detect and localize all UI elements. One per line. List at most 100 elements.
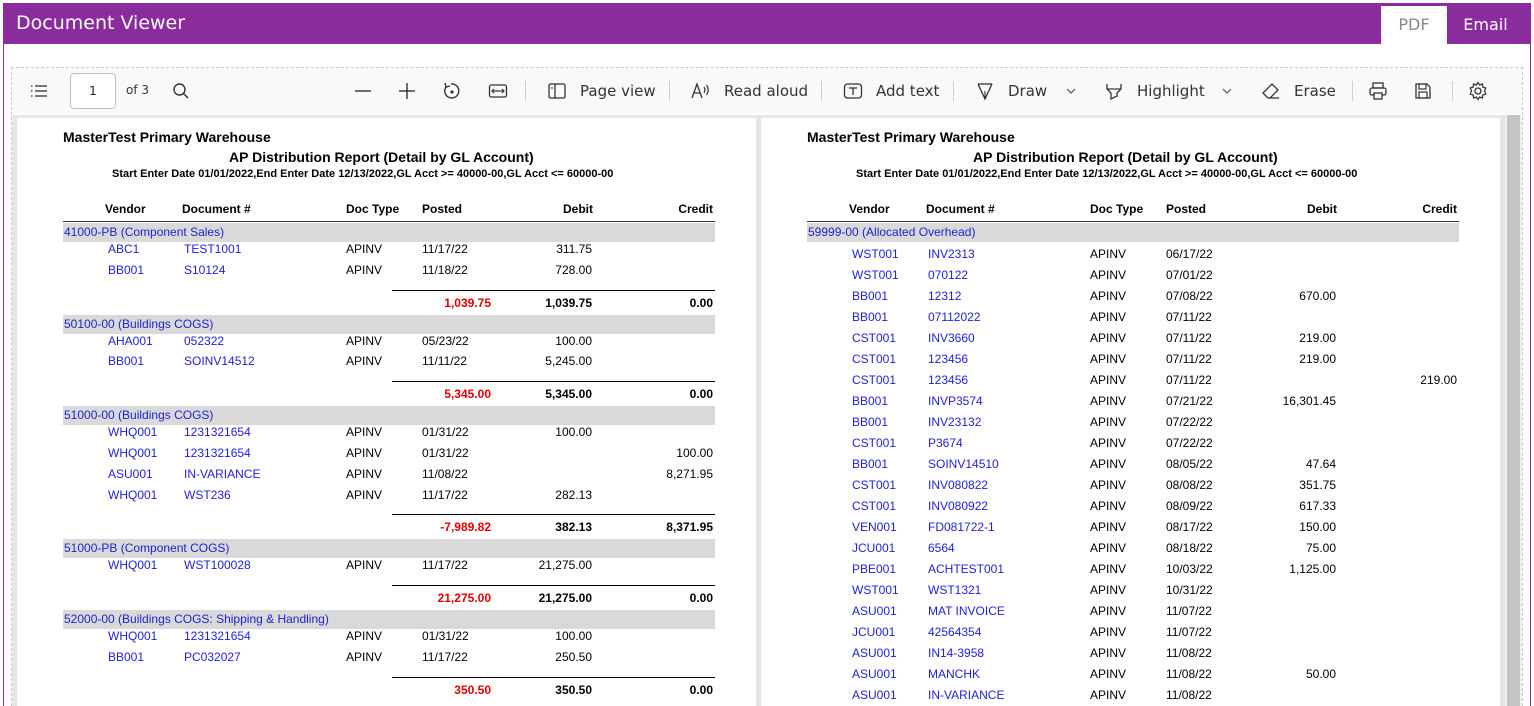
document-link[interactable]: WST1321	[928, 583, 1078, 597]
document-link[interactable]: P3674	[928, 436, 1078, 450]
vendor-cell[interactable]: WST001	[852, 583, 922, 597]
document-link[interactable]: INV080922	[928, 499, 1078, 513]
document-link[interactable]: IN-VARIANCE	[928, 688, 1078, 702]
vendor-cell[interactable]: CST001	[852, 331, 922, 345]
vendor-cell[interactable]: BB001	[852, 394, 922, 408]
vendor-cell[interactable]: WHQ001	[108, 425, 178, 439]
vendor-cell[interactable]: ASU001	[852, 667, 922, 681]
vendor-cell[interactable]: AHA001	[108, 334, 178, 348]
vendor-cell[interactable]: CST001	[852, 499, 922, 513]
posted-date-cell: 06/17/22	[1166, 247, 1213, 261]
vendor-cell[interactable]: CST001	[852, 478, 922, 492]
save-button[interactable]	[1413, 68, 1433, 114]
report-criteria: Start Enter Date 01/01/2022,End Enter Da…	[856, 168, 1358, 180]
vendor-cell[interactable]: BB001	[852, 457, 922, 471]
vendor-cell[interactable]: WST001	[852, 247, 922, 261]
document-link[interactable]: INV23132	[928, 415, 1078, 429]
document-link[interactable]: 12312	[928, 289, 1078, 303]
vendor-cell[interactable]: BB001	[108, 354, 178, 368]
document-link[interactable]: 1231321654	[184, 425, 334, 439]
document-link[interactable]: SOINV14512	[184, 354, 334, 368]
document-link[interactable]: PC032027	[184, 650, 334, 664]
tab-pdf[interactable]: PDF	[1381, 6, 1447, 44]
vendor-cell[interactable]: WST001	[852, 268, 922, 282]
column-header: Doc Type	[346, 202, 400, 216]
vendor-cell[interactable]: ASU001	[852, 604, 922, 618]
add-text-button[interactable]: Add text	[843, 68, 939, 114]
vendor-cell[interactable]: BB001	[108, 650, 178, 664]
vendor-cell[interactable]: WHQ001	[108, 558, 178, 572]
document-link[interactable]: FD081722-1	[928, 520, 1078, 534]
document-link[interactable]: INVP3574	[928, 394, 1078, 408]
toolbar-divider	[1452, 81, 1453, 101]
search-button[interactable]	[172, 68, 190, 114]
rotate-button[interactable]	[442, 68, 462, 114]
document-link[interactable]: IN14-3958	[928, 646, 1078, 660]
vendor-cell[interactable]: JCU001	[852, 625, 922, 639]
vendor-cell[interactable]: JCU001	[852, 541, 922, 555]
debit-cell: 282.13	[555, 487, 592, 502]
column-header: Credit	[678, 202, 713, 216]
document-area[interactable]: MasterTest Primary Warehouse AP Distribut…	[12, 115, 1522, 706]
page-number-input[interactable]: 1	[70, 73, 116, 109]
document-link[interactable]: 1231321654	[184, 629, 334, 643]
tab-email[interactable]: Email	[1447, 6, 1524, 44]
vendor-cell[interactable]: ASU001	[852, 646, 922, 660]
draw-options-button[interactable]	[1064, 68, 1078, 114]
page-view-button[interactable]: Page view	[547, 68, 656, 114]
vendor-cell[interactable]: BB001	[852, 310, 922, 324]
document-link[interactable]: 42564354	[928, 625, 1078, 639]
vendor-cell[interactable]: BB001	[852, 415, 922, 429]
document-link[interactable]: 6564	[928, 541, 1078, 555]
vertical-scrollbar[interactable]	[1505, 115, 1522, 706]
vendor-cell[interactable]: BB001	[108, 263, 178, 277]
document-link[interactable]: MAT INVOICE	[928, 604, 1078, 618]
debit-cell: 75.00	[1305, 541, 1336, 555]
vendor-cell[interactable]: BB001	[852, 289, 922, 303]
document-link[interactable]: 123456	[928, 373, 1078, 387]
document-link[interactable]: 052322	[184, 334, 334, 348]
document-link[interactable]: 07112022	[928, 310, 1078, 324]
document-link[interactable]: 1231321654	[184, 446, 334, 460]
posted-date-cell: 07/22/22	[1166, 436, 1213, 450]
vendor-cell[interactable]: WHQ001	[108, 446, 178, 460]
debit-cell: 617.33	[1299, 499, 1336, 513]
document-link[interactable]: S10124	[184, 263, 334, 277]
highlight-button[interactable]: Highlight	[1104, 68, 1205, 114]
vendor-cell[interactable]: WHQ001	[108, 488, 178, 502]
vendor-cell[interactable]: ASU001	[108, 467, 178, 481]
vendor-cell[interactable]: VEN001	[852, 520, 922, 534]
vendor-cell[interactable]: PBE001	[852, 562, 922, 576]
erase-button[interactable]: Erase	[1261, 68, 1336, 114]
document-link[interactable]: WST100028	[184, 558, 334, 572]
group-debit-total: 382.13	[555, 520, 592, 535]
read-aloud-button[interactable]: Read aloud	[691, 68, 808, 114]
document-link[interactable]: INV3660	[928, 331, 1078, 345]
document-link[interactable]: IN-VARIANCE	[184, 467, 334, 481]
document-link[interactable]: WST236	[184, 488, 334, 502]
zoom-in-button[interactable]	[398, 68, 416, 114]
contents-button[interactable]	[29, 68, 49, 114]
vendor-cell[interactable]: CST001	[852, 436, 922, 450]
print-button[interactable]	[1368, 68, 1388, 114]
vendor-cell[interactable]: CST001	[852, 352, 922, 366]
document-link[interactable]: ACHTEST001	[928, 562, 1078, 576]
document-link[interactable]: TEST1001	[184, 242, 334, 256]
vendor-cell[interactable]: WHQ001	[108, 629, 178, 643]
posted-date-cell: 11/08/22	[1166, 688, 1212, 702]
document-link[interactable]: MANCHK	[928, 667, 1078, 681]
document-link[interactable]: SOINV14510	[928, 457, 1078, 471]
highlight-options-button[interactable]	[1220, 68, 1234, 114]
document-link[interactable]: 070122	[928, 268, 1078, 282]
fit-width-button[interactable]	[488, 68, 508, 114]
settings-button[interactable]	[1468, 68, 1488, 114]
document-link[interactable]: INV080822	[928, 478, 1078, 492]
vendor-cell[interactable]: ABC1	[108, 242, 178, 256]
scrollbar-thumb[interactable]	[1507, 115, 1520, 706]
vendor-cell[interactable]: ASU001	[852, 688, 922, 702]
draw-button[interactable]: Draw	[975, 68, 1047, 114]
vendor-cell[interactable]: CST001	[852, 373, 922, 387]
document-link[interactable]: INV2313	[928, 247, 1078, 261]
document-link[interactable]: 123456	[928, 352, 1078, 366]
zoom-out-button[interactable]	[354, 68, 372, 114]
